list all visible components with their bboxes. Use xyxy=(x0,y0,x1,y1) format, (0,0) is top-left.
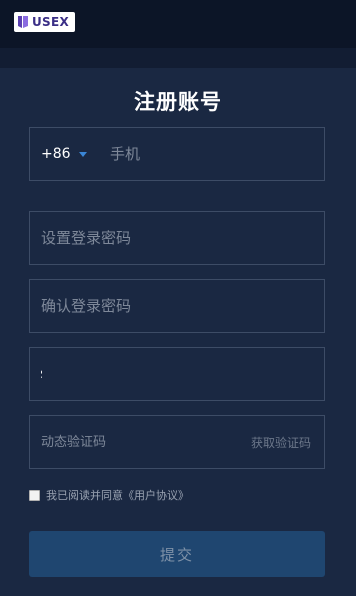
password-input[interactable] xyxy=(30,212,324,264)
sms-code-input[interactable] xyxy=(30,416,230,468)
agreement-row: 我已阅读并同意《用户协议》 xyxy=(29,487,189,503)
confirm-password-input[interactable] xyxy=(30,280,324,332)
captcha-field[interactable]: $ xyxy=(29,347,325,401)
header-divider xyxy=(0,48,356,68)
captcha-input-value: $ xyxy=(40,368,42,380)
password-field xyxy=(29,211,325,265)
confirm-password-field xyxy=(29,279,325,333)
country-code-select[interactable]: +86 xyxy=(41,128,87,180)
header-bar: USEX xyxy=(0,0,356,48)
checkbox-icon[interactable] xyxy=(29,489,40,501)
caret-down-icon xyxy=(78,151,87,157)
logo-text: USEX xyxy=(32,15,70,29)
logo[interactable]: USEX xyxy=(14,12,75,32)
agreement-label[interactable]: 我已阅读并同意《用户协议》 xyxy=(46,487,189,503)
sms-code-field: 获取验证码 xyxy=(29,415,325,469)
submit-button[interactable]: 提交 xyxy=(29,531,325,577)
get-code-button[interactable]: 获取验证码 xyxy=(251,416,311,468)
country-code-value: +86 xyxy=(41,146,71,162)
phone-field: +86 xyxy=(29,127,325,181)
page-title: 注册账号 xyxy=(134,90,222,114)
usex-logo-icon xyxy=(18,16,28,28)
phone-input[interactable] xyxy=(110,128,320,180)
